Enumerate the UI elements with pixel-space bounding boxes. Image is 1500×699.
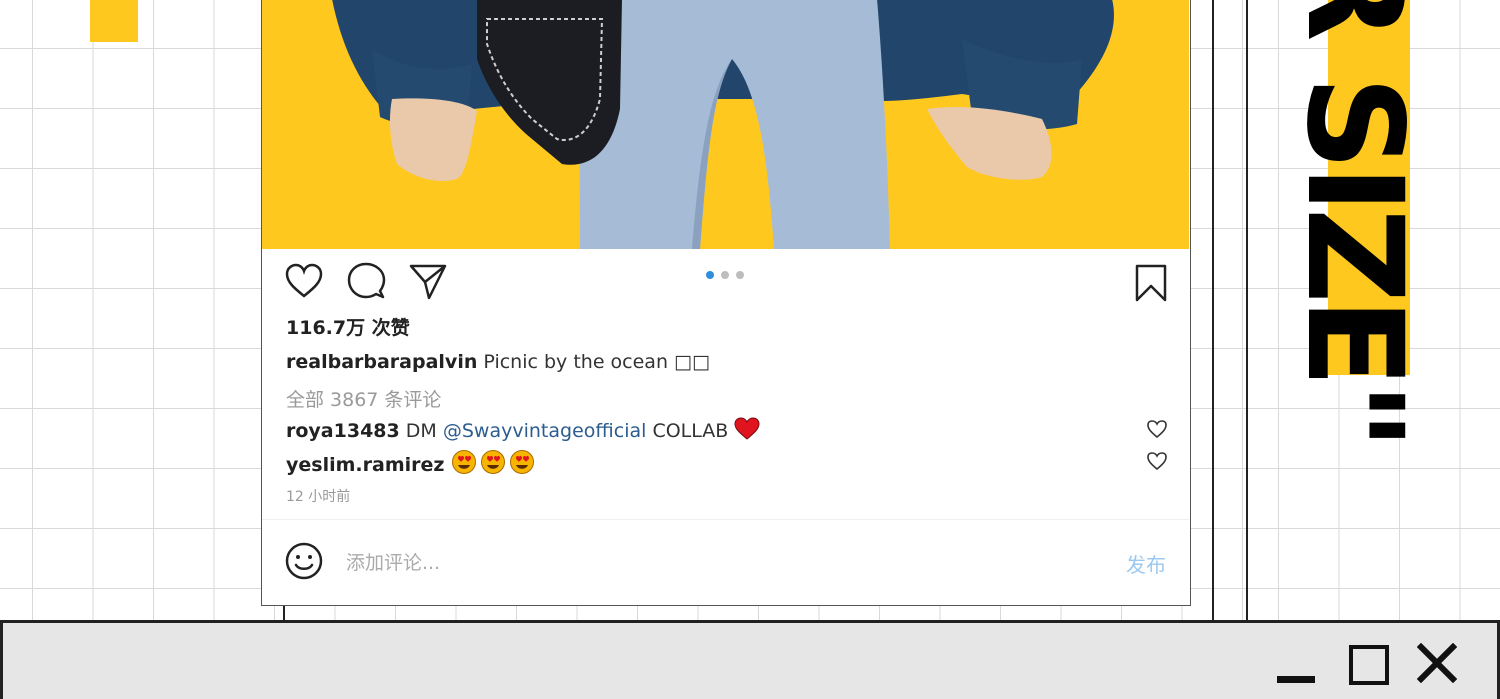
smiley-icon[interactable] [284, 541, 324, 585]
comment-row: roya13483 DM @Swayvintageofficial COLLAB [286, 417, 760, 446]
heart-eyes-emoji-icon [451, 449, 537, 480]
comment-divider [262, 519, 1189, 520]
post-action-bar [284, 261, 448, 301]
carousel-dot[interactable] [721, 271, 729, 279]
post-caption: realbarbarapalvin Picnic by the ocean □□ [286, 351, 710, 373]
red-heart-emoji-icon [734, 417, 760, 446]
comment-mention-link[interactable]: @Swayvintageofficial [443, 420, 647, 442]
caption-text: Picnic by the ocean □□ [483, 351, 710, 373]
window-title-bar [0, 620, 1500, 699]
minimize-icon[interactable] [1277, 643, 1317, 683]
instagram-post-card: 116.7万 次赞 realbarbarapalvin Picnic by th… [261, 0, 1191, 606]
close-icon[interactable] [1417, 643, 1457, 683]
add-comment-bar [284, 541, 1046, 585]
comment-row: yeslim.ramirez [286, 449, 537, 480]
post-photo-illustration [332, 0, 1114, 249]
heart-icon[interactable] [284, 262, 324, 300]
carousel-dot-active[interactable] [706, 271, 714, 279]
comment-text: COLLAB [652, 420, 729, 442]
card-edge-line [283, 606, 285, 620]
caption-username[interactable]: realbarbarapalvin [286, 351, 477, 373]
side-panel-grid: R SIZE" [1246, 0, 1500, 620]
post-timestamp: 12 小时前 [286, 489, 351, 505]
yellow-accent-block [90, 0, 138, 42]
comment-icon[interactable] [346, 261, 386, 301]
comment-username[interactable]: yeslim.ramirez [286, 454, 444, 476]
carousel-indicator [706, 271, 744, 279]
decorative-side-panel: R SIZE" [1212, 0, 1500, 620]
maximize-icon[interactable] [1347, 643, 1389, 685]
comment-username[interactable]: roya13483 [286, 420, 400, 442]
post-comment-button[interactable]: 发布 [1126, 549, 1166, 578]
comment-like-heart-icon[interactable] [1146, 419, 1168, 443]
bookmark-icon[interactable] [1134, 263, 1168, 307]
side-panel-text: R SIZE" [1277, 0, 1431, 445]
comment-input[interactable] [346, 552, 1046, 574]
share-icon[interactable] [408, 261, 448, 301]
view-all-comments-link[interactable]: 全部 3867 条评论 [286, 385, 441, 412]
comment-text: DM [405, 420, 437, 442]
carousel-dot[interactable] [736, 271, 744, 279]
like-count[interactable]: 116.7万 次赞 [286, 313, 410, 340]
comment-like-heart-icon[interactable] [1146, 451, 1168, 475]
window-controls [1277, 643, 1457, 685]
post-image[interactable] [262, 0, 1189, 249]
